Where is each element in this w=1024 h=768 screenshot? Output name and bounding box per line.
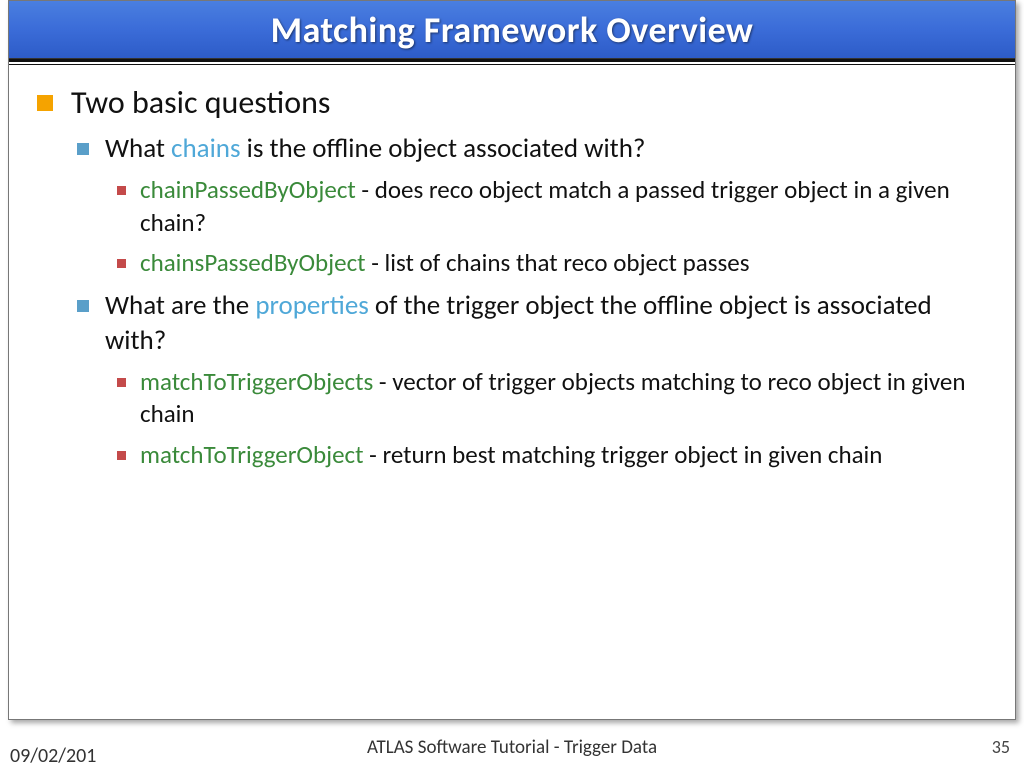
question-2: What are the properties of the trigger o… bbox=[77, 288, 987, 358]
q1-prefix: What bbox=[105, 132, 171, 165]
slide-content: Two basic questions What chains is the o… bbox=[9, 65, 1015, 471]
q2-prefix: What are the bbox=[105, 289, 255, 322]
square-bullet-icon bbox=[117, 186, 126, 195]
code-term: chainPassedByObject bbox=[140, 174, 356, 205]
q1-item-2-text: chainsPassedByObject - list of chains th… bbox=[140, 247, 749, 280]
square-bullet-icon bbox=[117, 378, 126, 387]
slide-title: Matching Framework Overview bbox=[271, 8, 754, 52]
page-number: 35 bbox=[992, 736, 1010, 758]
code-term: matchToTriggerObject bbox=[140, 439, 364, 470]
desc-text: - return best matching trigger object in… bbox=[364, 439, 883, 470]
q1-item-1-text: chainPassedByObject - does reco object m… bbox=[140, 174, 987, 239]
footer-title: ATLAS Software Tutorial - Trigger Data bbox=[0, 736, 1024, 759]
q2-item-1-text: matchToTriggerObjects - vector of trigge… bbox=[140, 366, 987, 431]
q2-item-2-text: matchToTriggerObject - return best match… bbox=[140, 439, 882, 472]
square-bullet-icon bbox=[77, 143, 89, 155]
q1-highlight: chains bbox=[171, 132, 240, 165]
slide-footer: 09/02/201 ATLAS Software Tutorial - Trig… bbox=[0, 728, 1024, 768]
square-bullet-icon bbox=[117, 259, 126, 268]
square-bullet-icon bbox=[37, 95, 53, 111]
question-1-text: What chains is the offline object associ… bbox=[105, 131, 645, 166]
q1-item-1: chainPassedByObject - does reco object m… bbox=[117, 174, 987, 239]
desc-text: - list of chains that reco object passes bbox=[366, 247, 750, 278]
q1-item-2: chainsPassedByObject - list of chains th… bbox=[117, 247, 987, 280]
code-term: matchToTriggerObjects bbox=[140, 366, 373, 397]
divider-thick bbox=[9, 59, 1015, 62]
q2-highlight: properties bbox=[255, 289, 368, 322]
question-1: What chains is the offline object associ… bbox=[77, 131, 987, 166]
code-term: chainsPassedByObject bbox=[140, 247, 366, 278]
heading-text: Two basic questions bbox=[71, 83, 330, 123]
q2-item-2: matchToTriggerObject - return best match… bbox=[117, 439, 987, 472]
q1-suffix: is the offline object associated with? bbox=[241, 132, 646, 165]
question-2-text: What are the properties of the trigger o… bbox=[105, 288, 987, 358]
slide: Matching Framework Overview Two basic qu… bbox=[8, 0, 1016, 720]
q2-item-1: matchToTriggerObjects - vector of trigge… bbox=[117, 366, 987, 431]
title-bar: Matching Framework Overview bbox=[9, 1, 1015, 59]
square-bullet-icon bbox=[117, 451, 126, 460]
heading-item: Two basic questions bbox=[37, 83, 987, 123]
square-bullet-icon bbox=[77, 300, 89, 312]
